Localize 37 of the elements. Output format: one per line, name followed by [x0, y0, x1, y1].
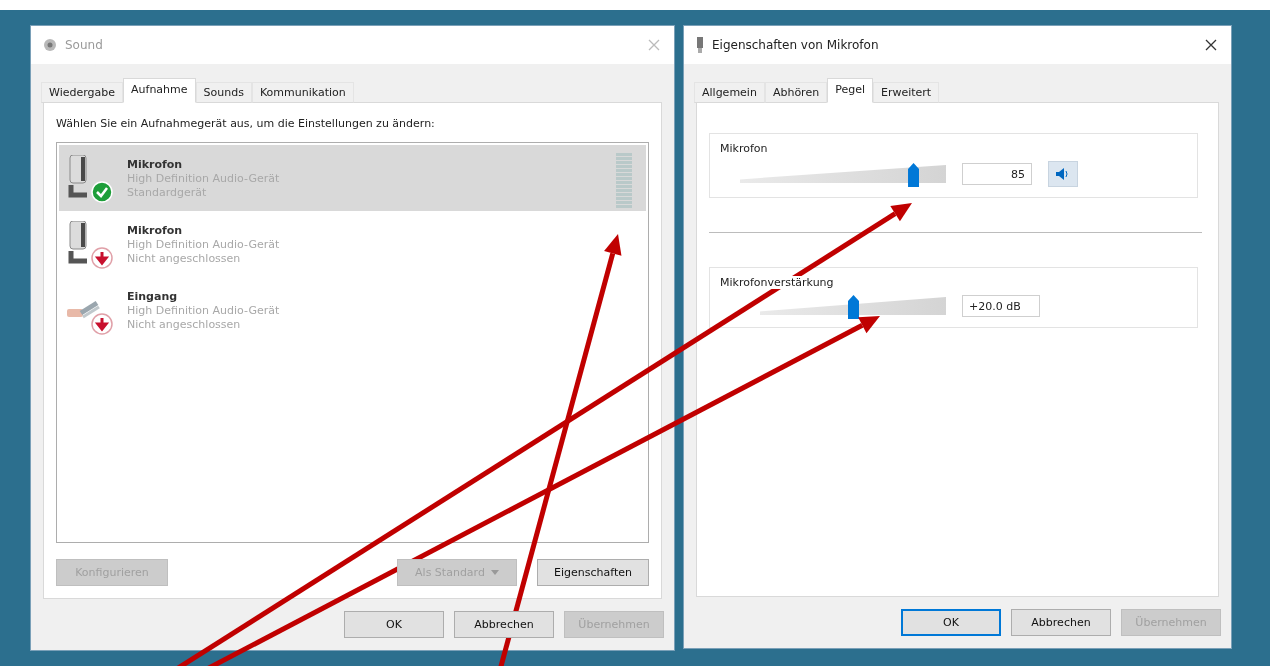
slider-thumb[interactable]	[908, 163, 920, 187]
device-name: Mikrofon	[127, 157, 184, 171]
window-title: Eigenschaften von Mikrofon	[712, 38, 880, 52]
tab[interactable]: Kommunikation	[251, 82, 354, 103]
speaker-button[interactable]	[1048, 161, 1078, 187]
tab[interactable]: Wiedergabe	[41, 82, 123, 103]
value-field[interactable]: 85	[962, 163, 1032, 185]
dialog-button[interactable]: Abbrechen	[1011, 609, 1111, 636]
device-name: Eingang	[127, 289, 179, 303]
device-status: Nicht angeschlossen	[127, 317, 242, 331]
dialog-button[interactable]: OK	[344, 611, 444, 638]
window-title: Sound	[65, 38, 104, 52]
dialog-button[interactable]: OK	[901, 609, 1001, 636]
device-driver: High Definition Audio-Gerät	[127, 303, 280, 317]
slider-track[interactable]	[760, 295, 946, 317]
group-label: Mikrofonverstärkung	[720, 276, 834, 289]
tab[interactable]: Pegel	[827, 78, 873, 103]
microphone-icon	[696, 37, 704, 53]
tab[interactable]: Aufnahme	[123, 78, 196, 103]
tab[interactable]: Allgemein	[694, 82, 765, 103]
caret-icon	[490, 570, 499, 575]
tab[interactable]: Abhören	[764, 82, 828, 103]
device-name: Mikrofon	[127, 223, 184, 237]
slider-thumb[interactable]	[848, 295, 859, 319]
level-meter-icon	[616, 153, 632, 209]
group-label: Mikrofon	[720, 142, 768, 155]
device-driver: High Definition Audio-Gerät	[127, 237, 280, 251]
device-status: Nicht angeschlossen	[127, 251, 242, 265]
device-item[interactable]: Mikrofon High Definition Audio-Gerät Nicht angeschlossen	[59, 211, 646, 277]
device-item[interactable]: Eingang High Definition Audio-Gerät Nicht angeschlossen	[59, 277, 646, 343]
action-button[interactable]: Eigenschaften	[537, 559, 649, 586]
dialog-button[interactable]: Abbrechen	[454, 611, 554, 638]
instruction-text: Wählen Sie ein Aufnahmegerät aus, um die Einstellungen zu ändern:	[56, 117, 436, 130]
tab[interactable]: Erweitert	[872, 82, 940, 103]
close-icon[interactable]	[1203, 37, 1219, 53]
tab[interactable]: Sounds	[195, 82, 252, 103]
value-field[interactable]: +20.0 dB	[962, 295, 1040, 317]
